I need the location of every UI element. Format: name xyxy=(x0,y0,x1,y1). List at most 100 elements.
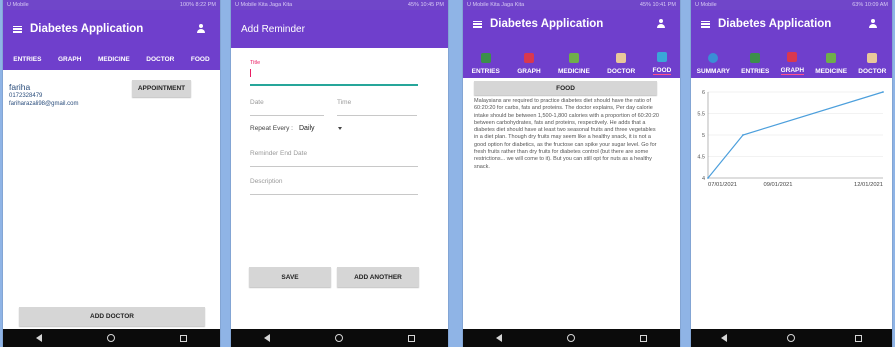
app-bar: Add Reminder xyxy=(231,10,448,48)
y-tick-label: 6 xyxy=(702,90,705,96)
title-input[interactable] xyxy=(250,84,418,86)
graph-icon xyxy=(523,53,534,63)
text-cursor xyxy=(250,69,251,77)
status-bar: U Mobile 100% 8:22 PM xyxy=(3,0,220,10)
back-icon[interactable] xyxy=(263,334,270,342)
doctor-name: fariha xyxy=(9,82,31,92)
app-title: Diabetes Application xyxy=(490,18,604,30)
screen-title: Add Reminder xyxy=(241,23,305,35)
repeat-select[interactable]: Daily xyxy=(299,125,315,132)
app-bar: Diabetes Application xyxy=(691,10,892,38)
x-tick-label: 07/01/2021 xyxy=(708,182,737,188)
home-icon[interactable] xyxy=(787,334,795,342)
y-tick-label: 4.5 xyxy=(697,155,705,161)
y-tick-label: 5 xyxy=(702,133,705,139)
tab-medicine[interactable]: MEDICINE xyxy=(558,53,590,75)
x-tick-label: 09/01/2021 xyxy=(763,182,792,188)
recent-apps-icon[interactable] xyxy=(180,334,188,342)
time-field[interactable]: Time xyxy=(337,99,417,116)
end-date-label: Reminder End Date xyxy=(250,150,308,157)
tab-summary[interactable]: SUMMARY xyxy=(697,53,730,75)
tab-doctor[interactable]: DOCTOR xyxy=(146,56,174,63)
status-right: 45% 10:41 PM xyxy=(639,2,676,8)
tab-bar: SUMMARY ENTRIES GRAPH MEDICINE DOCTOR xyxy=(691,38,892,78)
y-tick-label: 4 xyxy=(702,176,705,182)
recent-apps-icon[interactable] xyxy=(408,334,416,342)
status-right: 100% 8:22 PM xyxy=(179,2,216,8)
tab-graph[interactable]: GRAPH xyxy=(517,53,541,75)
food-article-text: Malaysians are required to practice diab… xyxy=(474,98,659,170)
home-icon[interactable] xyxy=(566,334,575,342)
tab-graph[interactable]: GRAPH xyxy=(780,52,805,75)
tab-doctor[interactable]: DOCTOR xyxy=(607,53,635,75)
nav-bar xyxy=(231,329,448,347)
carrier-label: U Mobile Kita Jaga Kita xyxy=(235,2,293,8)
tab-entries[interactable]: ENTRIES xyxy=(13,56,41,63)
doctor-phone: 0172328479 xyxy=(9,93,43,99)
food-button[interactable]: FOOD xyxy=(474,81,657,95)
entries-icon xyxy=(750,53,761,63)
x-tick-label: 12/01/2021 xyxy=(854,182,883,188)
nav-bar xyxy=(691,329,892,347)
carrier-label: U Mobile xyxy=(695,2,717,8)
y-tick-label: 5.5 xyxy=(697,112,705,118)
back-icon[interactable] xyxy=(495,334,502,342)
tab-bar: ENTRIES GRAPH MEDICINE DOCTOR FOOD xyxy=(3,48,220,70)
food-icon xyxy=(656,52,667,62)
summary-icon xyxy=(708,53,719,63)
status-bar: U Mobile Kita Jaga Kita 45% 10:45 PM xyxy=(231,0,448,10)
tab-entries[interactable]: ENTRIES xyxy=(741,53,769,75)
description-field[interactable]: Description xyxy=(250,178,418,195)
graph-screen: U Mobile 63% 10:09 AM Diabetes Applicati… xyxy=(691,0,892,347)
home-icon[interactable] xyxy=(334,334,343,342)
recent-apps-icon[interactable] xyxy=(855,334,862,342)
nav-bar xyxy=(463,329,680,347)
menu-icon[interactable] xyxy=(701,20,710,28)
doctor-icon xyxy=(616,53,627,63)
profile-icon[interactable] xyxy=(868,19,878,29)
home-icon[interactable] xyxy=(106,334,115,342)
tab-medicine[interactable]: MEDICINE xyxy=(98,56,130,63)
add-reminder-screen: U Mobile Kita Jaga Kita 45% 10:45 PM Add… xyxy=(231,0,448,347)
graph-icon xyxy=(787,52,798,62)
title-field-label: Title xyxy=(250,60,261,66)
description-label: Description xyxy=(250,178,283,185)
time-field-label: Time xyxy=(337,99,352,106)
entries-icon xyxy=(480,53,491,63)
profile-icon[interactable] xyxy=(196,24,206,34)
back-icon[interactable] xyxy=(721,334,727,342)
dropdown-arrow-icon[interactable] xyxy=(338,127,342,130)
medicine-icon xyxy=(826,53,837,63)
add-another-button[interactable]: ADD ANOTHER xyxy=(337,267,419,287)
tab-food[interactable]: FOOD xyxy=(652,52,672,75)
food-screen: U Mobile Kita Jaga Kita 45% 10:41 PM Dia… xyxy=(463,0,680,347)
status-bar: U Mobile Kita Jaga Kita 45% 10:41 PM xyxy=(463,0,680,10)
medicine-icon xyxy=(568,53,579,63)
recent-apps-icon[interactable] xyxy=(640,334,648,342)
tab-entries[interactable]: ENTRIES xyxy=(472,53,500,75)
tab-bar: ENTRIES GRAPH MEDICINE DOCTOR FOOD xyxy=(463,38,680,78)
tab-medicine[interactable]: MEDICINE xyxy=(815,53,847,75)
date-field[interactable]: Date xyxy=(250,99,324,116)
back-icon[interactable] xyxy=(35,334,42,342)
add-doctor-button[interactable]: ADD DOCTOR xyxy=(19,307,205,326)
data-point xyxy=(707,177,709,179)
nav-bar xyxy=(3,329,220,347)
status-bar: U Mobile 63% 10:09 AM xyxy=(691,0,892,10)
carrier-label: U Mobile xyxy=(7,2,29,8)
status-right: 63% 10:09 AM xyxy=(852,2,888,8)
date-field-label: Date xyxy=(250,99,264,106)
tab-graph[interactable]: GRAPH xyxy=(58,56,81,63)
end-date-field[interactable]: Reminder End Date xyxy=(250,150,418,167)
tab-doctor[interactable]: DOCTOR xyxy=(858,53,886,75)
save-button[interactable]: SAVE xyxy=(249,267,331,287)
tab-food[interactable]: FOOD xyxy=(191,56,210,63)
doctor-screen: U Mobile 100% 8:22 PM Diabetes Applicati… xyxy=(3,0,220,347)
status-right: 45% 10:45 PM xyxy=(407,2,444,8)
doctor-email: fariharazali98@gmail.com xyxy=(9,101,79,107)
menu-icon[interactable] xyxy=(473,20,482,28)
profile-icon[interactable] xyxy=(656,19,666,29)
app-title: Diabetes Application xyxy=(30,23,144,35)
appointment-button[interactable]: APPOINTMENT xyxy=(132,80,191,97)
menu-icon[interactable] xyxy=(13,25,22,33)
